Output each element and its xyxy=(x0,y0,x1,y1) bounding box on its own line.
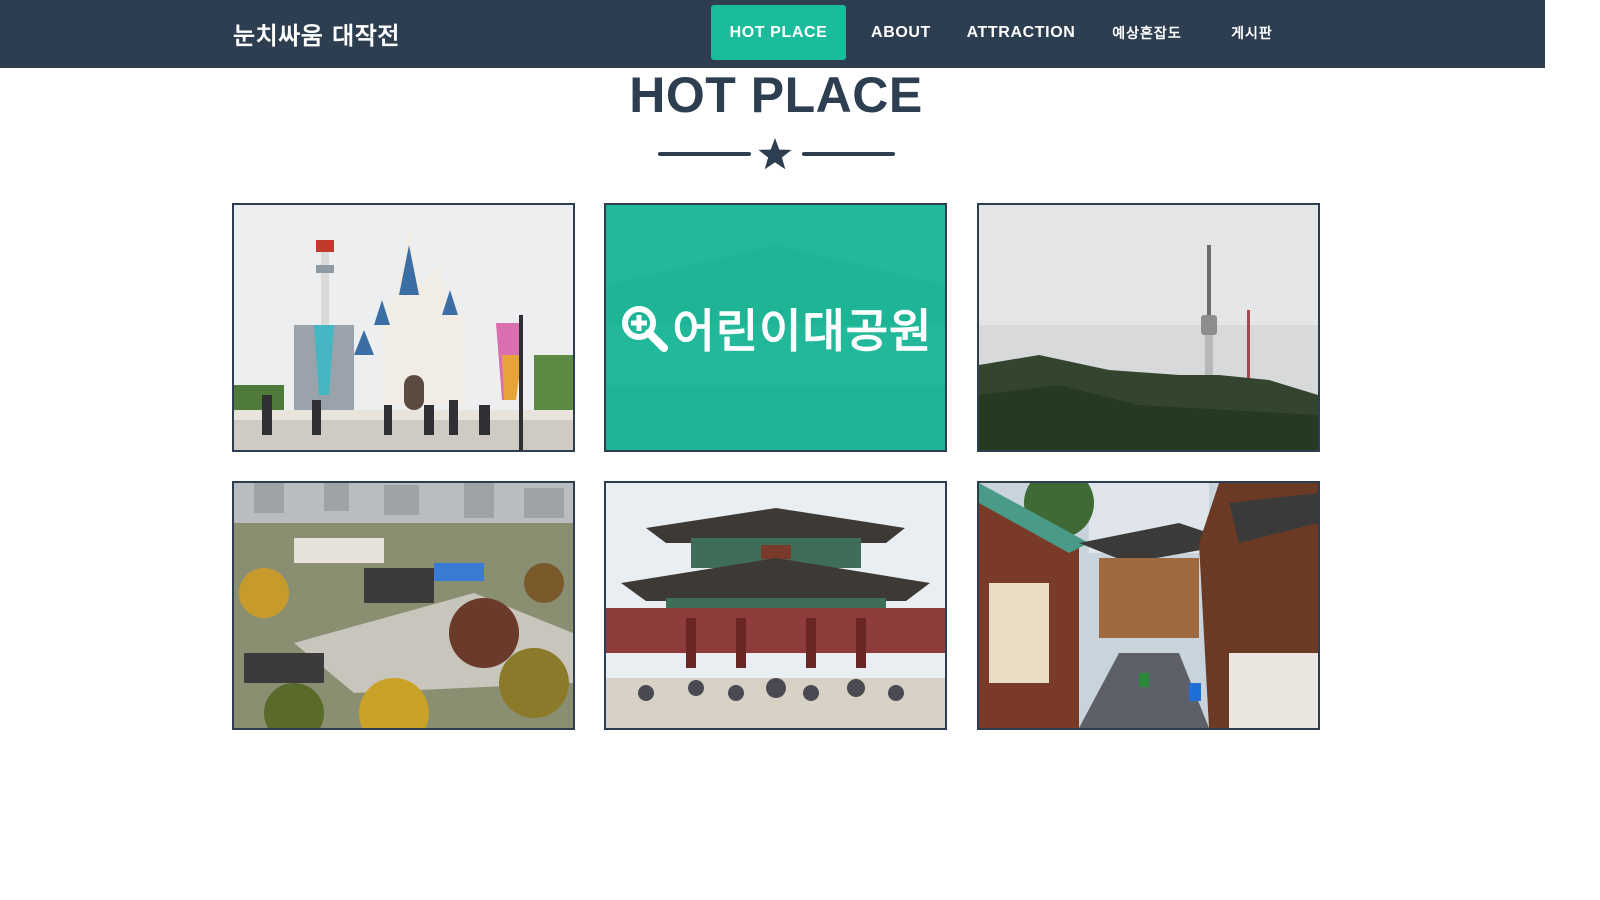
palace-gate-photo xyxy=(606,483,945,728)
mountain-tower-photo xyxy=(979,205,1318,450)
star-icon xyxy=(758,138,792,170)
gallery-tile-childrens-park[interactable]: 어린이대공원 xyxy=(604,203,947,452)
hover-overlay: 어린이대공원 xyxy=(606,205,945,450)
hover-caption: 어린이대공원 xyxy=(619,295,933,361)
gallery-tile-palace-aerial[interactable] xyxy=(232,481,575,730)
nav-item-board[interactable]: 게시판 xyxy=(1208,5,1296,60)
divider-line-right xyxy=(802,152,895,156)
gallery-tile-tower[interactable] xyxy=(977,203,1320,452)
nav-item-hot-place[interactable]: HOT PLACE xyxy=(711,5,846,60)
divider-line-left xyxy=(658,152,751,156)
hanok-alley-photo xyxy=(979,483,1318,728)
zoom-in-icon xyxy=(621,305,668,352)
navbar: 눈치싸움 대작전 HOT PLACE ABOUT ATTRACTION 예상혼잡… xyxy=(0,0,1545,68)
nav-item-attraction[interactable]: ATTRACTION xyxy=(956,5,1086,60)
castle-theme-park-photo xyxy=(234,205,573,450)
title-divider xyxy=(658,137,895,171)
hover-caption-text: 어린이대공원 xyxy=(672,303,933,358)
gallery-tile-castle[interactable] xyxy=(232,203,575,452)
nav-menu: HOT PLACE ABOUT ATTRACTION 예상혼잡도 게시판 xyxy=(711,5,1296,60)
gallery-tile-hanok-alley[interactable] xyxy=(977,481,1320,730)
brand-logo-text[interactable]: 눈치싸움 대작전 xyxy=(233,16,400,51)
nav-item-congestion[interactable]: 예상혼잡도 xyxy=(1086,5,1208,60)
palace-aerial-photo xyxy=(234,483,573,728)
section-title: HOT PLACE xyxy=(629,67,923,123)
nav-item-about[interactable]: ABOUT xyxy=(846,5,956,60)
gallery-tile-palace-gate[interactable] xyxy=(604,481,947,730)
